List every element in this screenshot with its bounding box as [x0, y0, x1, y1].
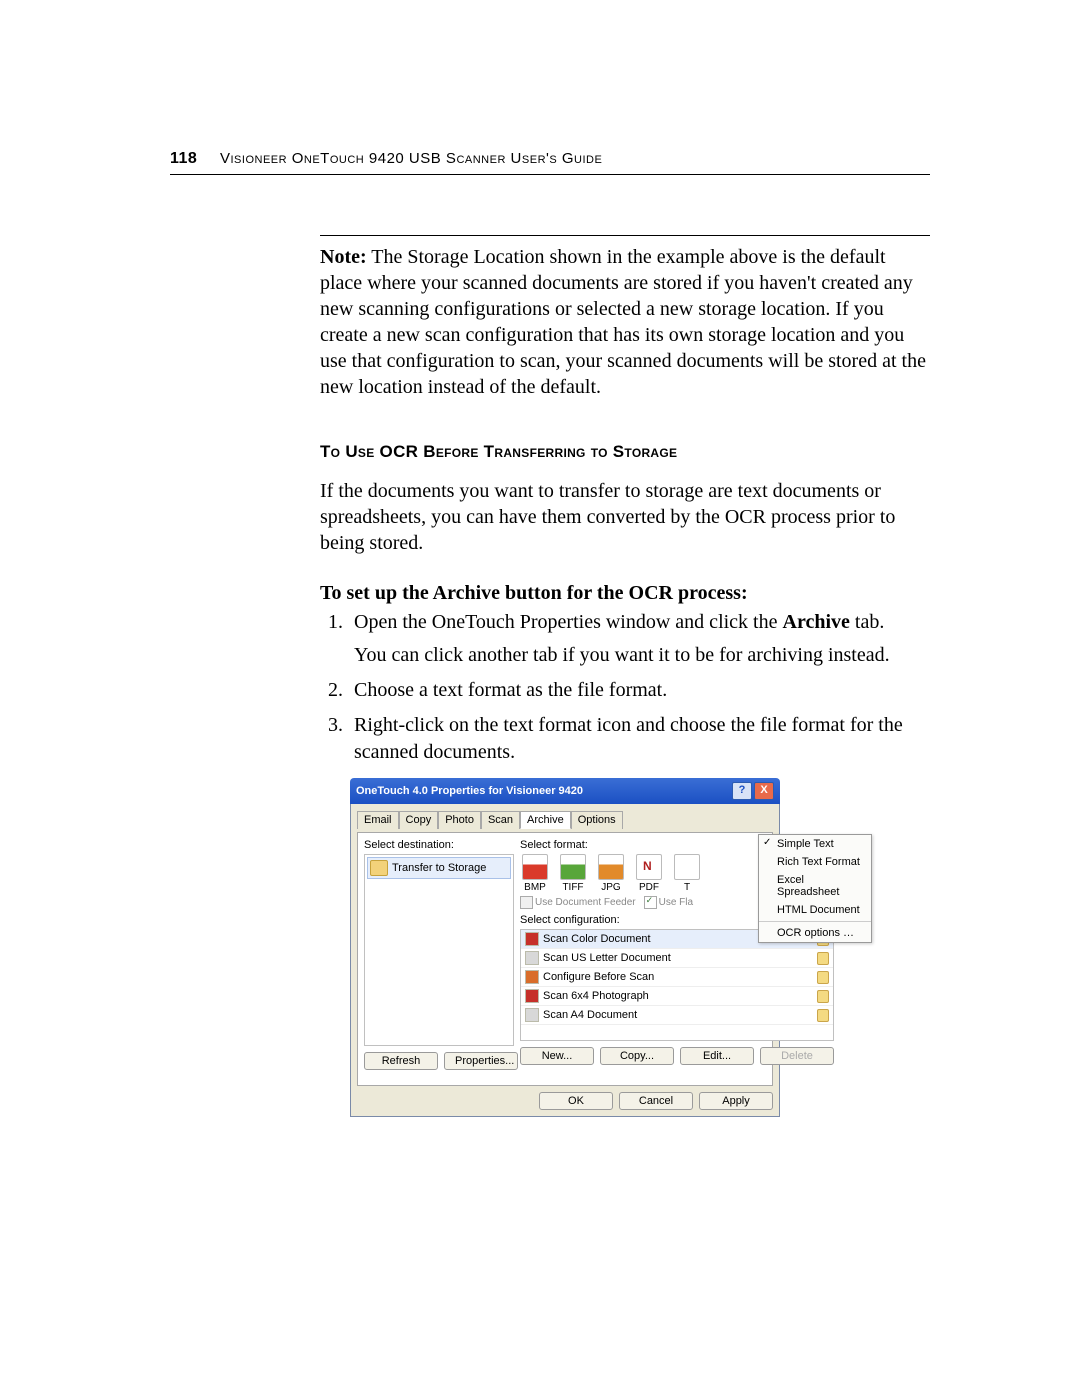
- text-icon: [674, 854, 700, 880]
- page-number: 118: [170, 150, 197, 167]
- pdf-icon: [636, 854, 662, 880]
- ctx-separator: [759, 921, 871, 922]
- cancel-button[interactable]: Cancel: [619, 1092, 693, 1110]
- new-button[interactable]: New...: [520, 1047, 594, 1065]
- step-1-sub: You can click another tab if you want it…: [354, 642, 930, 669]
- config-gear-icon: [525, 970, 539, 984]
- tab-strip: Email Copy Photo Scan Archive Options: [357, 810, 773, 828]
- tiff-icon: [560, 854, 586, 880]
- steps-heading: To set up the Archive button for the OCR…: [320, 582, 930, 605]
- config-page-icon: [525, 951, 539, 965]
- step-3: Right-click on the text format icon and …: [348, 712, 930, 766]
- tab-scan[interactable]: Scan: [481, 811, 520, 829]
- ok-button[interactable]: OK: [539, 1092, 613, 1110]
- delete-button[interactable]: Delete: [760, 1047, 834, 1065]
- select-destination-label: Select destination:: [364, 839, 514, 851]
- close-button[interactable]: X: [754, 782, 774, 800]
- copy-button[interactable]: Copy...: [600, 1047, 674, 1065]
- format-pdf[interactable]: PDF: [634, 854, 664, 893]
- bmp-icon: [522, 854, 548, 880]
- step-2: Choose a text format as the file format.: [348, 677, 930, 704]
- refresh-button[interactable]: Refresh: [364, 1052, 438, 1070]
- ctx-ocr-options[interactable]: OCR options …: [759, 924, 871, 942]
- tab-archive[interactable]: Archive: [520, 811, 571, 829]
- context-menu[interactable]: Simple Text Rich Text Format Excel Sprea…: [758, 834, 872, 943]
- config-row[interactable]: Scan 6x4 Photograph: [521, 987, 833, 1006]
- config-row[interactable]: Configure Before Scan: [521, 968, 833, 987]
- steps-list: Open the OneTouch Properties window and …: [320, 609, 930, 766]
- destination-label: Transfer to Storage: [392, 862, 486, 874]
- step-1: Open the OneTouch Properties window and …: [348, 609, 930, 669]
- config-color-icon: [525, 932, 539, 946]
- note-text: The Storage Location shown in the exampl…: [320, 246, 926, 398]
- lock-icon: [817, 990, 829, 1003]
- dialog-titlebar[interactable]: OneTouch 4.0 Properties for Visioneer 94…: [350, 778, 780, 804]
- config-row[interactable]: Scan US Letter Document: [521, 949, 833, 968]
- format-tiff[interactable]: TIFF: [558, 854, 588, 893]
- tab-copy[interactable]: Copy: [399, 811, 439, 829]
- config-page-icon: [525, 1008, 539, 1022]
- format-jpg[interactable]: JPG: [596, 854, 626, 893]
- lock-icon: [817, 1009, 829, 1022]
- header-title: Visioneer OneTouch 9420 USB Scanner User…: [220, 150, 602, 167]
- ctx-rich-text[interactable]: Rich Text Format: [759, 853, 871, 871]
- ctx-html[interactable]: HTML Document: [759, 901, 871, 919]
- page-header: 118 Visioneer OneTouch 9420 USB Scanner …: [170, 150, 930, 175]
- folder-icon: [370, 860, 388, 876]
- properties-dialog: OneTouch 4.0 Properties for Visioneer 94…: [350, 778, 780, 1117]
- ctx-excel[interactable]: Excel Spreadsheet: [759, 871, 871, 901]
- tab-email[interactable]: Email: [357, 811, 399, 829]
- tab-options[interactable]: Options: [571, 811, 623, 829]
- edit-button[interactable]: Edit...: [680, 1047, 754, 1065]
- use-flatbed-checkbox[interactable]: Use Fla: [644, 896, 693, 909]
- dialog-title: OneTouch 4.0 Properties for Visioneer 94…: [356, 785, 730, 797]
- format-bmp[interactable]: BMP: [520, 854, 550, 893]
- section-heading: To Use OCR Before Transferring to Storag…: [320, 442, 930, 462]
- note-block: Note: The Storage Location shown in the …: [320, 235, 930, 400]
- ctx-simple-text[interactable]: Simple Text: [759, 835, 871, 853]
- jpg-icon: [598, 854, 624, 880]
- config-list[interactable]: Scan Color Document Scan US Letter Docum…: [520, 929, 834, 1041]
- apply-button[interactable]: Apply: [699, 1092, 773, 1110]
- tab-photo[interactable]: Photo: [438, 811, 481, 829]
- config-row[interactable]: Scan A4 Document: [521, 1006, 833, 1025]
- lock-icon: [817, 952, 829, 965]
- properties-button[interactable]: Properties...: [444, 1052, 518, 1070]
- note-prefix: Note:: [320, 246, 367, 268]
- format-text[interactable]: T: [672, 854, 702, 893]
- config-color-icon: [525, 989, 539, 1003]
- lock-icon: [817, 971, 829, 984]
- destination-item[interactable]: Transfer to Storage: [367, 857, 511, 879]
- intro-paragraph: If the documents you want to transfer to…: [320, 478, 930, 556]
- destination-list[interactable]: Transfer to Storage: [364, 854, 514, 1046]
- use-doc-feeder-checkbox[interactable]: Use Document Feeder: [520, 896, 636, 909]
- help-button[interactable]: ?: [732, 782, 752, 800]
